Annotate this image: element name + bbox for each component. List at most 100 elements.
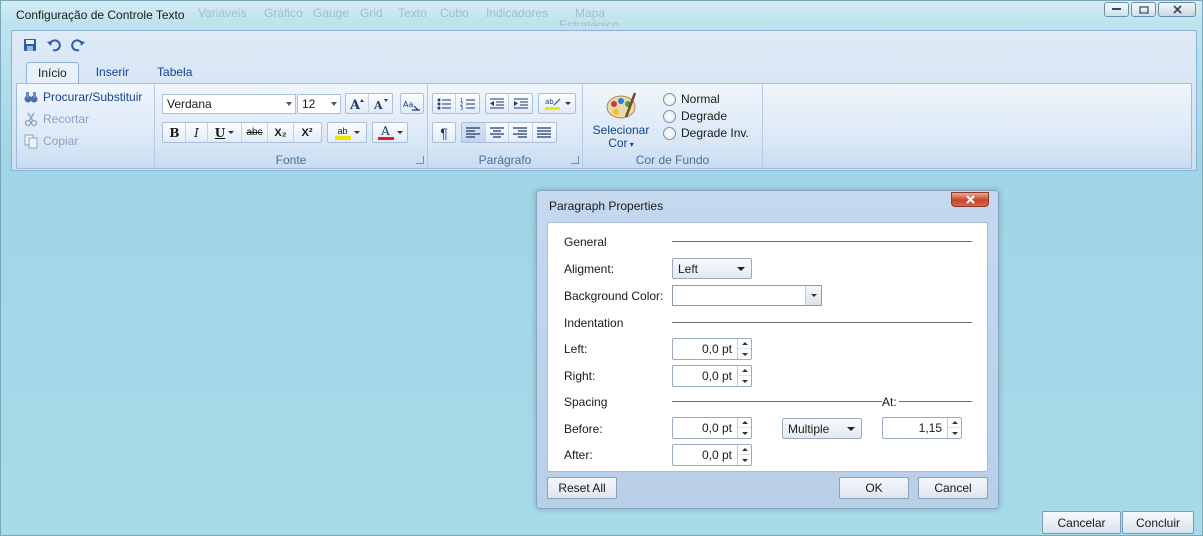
- indent-left-spinner[interactable]: 0,0 pt: [672, 338, 752, 360]
- spacing-after-value: 0,0 pt: [701, 448, 732, 462]
- line-spacing-value: Multiple: [788, 422, 830, 436]
- alignment-select[interactable]: Left: [672, 258, 752, 279]
- spinner-up-icon[interactable]: [738, 366, 751, 376]
- font-family-select[interactable]: Verdana: [162, 94, 296, 114]
- redo-icon[interactable]: [70, 37, 86, 53]
- font-color-button[interactable]: A: [372, 122, 408, 143]
- clear-format-button[interactable]: Aa: [400, 93, 424, 114]
- chevron-down-icon: ▾: [627, 140, 634, 149]
- save-icon[interactable]: [22, 37, 38, 53]
- increase-indent-icon[interactable]: [509, 94, 532, 113]
- tab-tabela[interactable]: Tabela: [146, 62, 203, 84]
- indentation-section-label: Indentation: [564, 316, 624, 330]
- pilcrow-icon: ¶: [440, 124, 448, 141]
- italic-button[interactable]: I: [186, 123, 208, 142]
- clipboard-group: Procurar/Substituir Recortar Copiar: [17, 84, 155, 168]
- bullet-list-icon[interactable]: [433, 94, 457, 113]
- align-left-icon[interactable]: [462, 123, 486, 142]
- copy-button[interactable]: Copiar: [23, 133, 78, 149]
- section-divider: [672, 322, 972, 323]
- spinner-up-icon[interactable]: [948, 418, 961, 428]
- paragraph-dialog-launcher-icon[interactable]: [571, 156, 579, 164]
- highlight-glyph: ab: [337, 125, 348, 136]
- main-window: Variáveis Gráfico Gauge Grid Texto Cubo …: [0, 0, 1203, 536]
- select-color-button[interactable]: Selecionar Cor ▾: [591, 89, 651, 151]
- ghost-menu-item: Gráfico: [264, 6, 303, 20]
- highlight-color-button[interactable]: ab: [327, 122, 367, 143]
- spinner-up-icon[interactable]: [738, 339, 751, 349]
- radio-normal[interactable]: Normal: [663, 92, 720, 106]
- align-center-icon[interactable]: [486, 123, 509, 142]
- background-color-picker[interactable]: [672, 285, 822, 306]
- select-color-label: Selecionar Cor ▾: [591, 124, 651, 151]
- dialog-content: General Aligment: Left Background Color:…: [547, 222, 988, 472]
- close-window-icon[interactable]: [1158, 2, 1196, 17]
- find-replace-button[interactable]: Procurar/Substituir: [23, 89, 142, 105]
- font-dialog-launcher-icon[interactable]: [416, 156, 424, 164]
- font-size-select[interactable]: 12: [297, 94, 341, 114]
- spinner-buttons: [737, 366, 751, 386]
- strikethrough-button[interactable]: abc: [242, 123, 268, 142]
- select-color-line2: Cor ▾: [608, 136, 634, 150]
- align-justify-icon[interactable]: [533, 123, 556, 142]
- spinner-down-icon[interactable]: [738, 428, 751, 438]
- cancel-button[interactable]: Cancelar: [1042, 511, 1121, 534]
- superscript-button[interactable]: X²: [294, 123, 320, 142]
- radio-circle: [663, 126, 676, 140]
- decrease-indent-icon[interactable]: [486, 94, 510, 113]
- radio-degrade[interactable]: Degrade: [663, 109, 727, 123]
- maximize-icon[interactable]: [1131, 2, 1156, 17]
- svg-text:A: A: [373, 99, 383, 111]
- scissors-icon: [24, 112, 38, 127]
- finish-button[interactable]: Concluir: [1122, 511, 1194, 534]
- ok-button[interactable]: OK: [839, 477, 909, 499]
- numbered-list-icon[interactable]: 123: [456, 94, 479, 113]
- radio-degrade-label: Degrade: [681, 109, 728, 123]
- spinner-down-icon[interactable]: [738, 349, 751, 359]
- radio-degrade-inv[interactable]: Degrade Inv.: [663, 126, 749, 140]
- shading-icon: ab: [544, 98, 560, 110]
- chevron-down-icon[interactable]: [805, 286, 821, 305]
- tab-inserir[interactable]: Inserir: [85, 62, 140, 84]
- spinner-up-icon[interactable]: [738, 445, 751, 455]
- line-spacing-select[interactable]: Multiple: [782, 418, 862, 439]
- ghost-menu-item: Estratégico: [559, 18, 620, 26]
- tab-inicio[interactable]: Início: [26, 62, 79, 84]
- ribbon-tabs: Início Inserir Tabela: [26, 62, 209, 84]
- general-section-label: General: [564, 235, 607, 249]
- paragraph-shading-button[interactable]: ab: [538, 93, 576, 114]
- cut-label: Recortar: [43, 112, 90, 126]
- undo-icon[interactable]: [46, 37, 62, 53]
- subscript-button[interactable]: X₂: [268, 123, 294, 142]
- indent-right-spinner[interactable]: 0,0 pt: [672, 365, 752, 387]
- alignment-buttons: [461, 122, 557, 143]
- list-buttons: 123: [432, 93, 480, 114]
- spinner-up-icon[interactable]: [738, 418, 751, 428]
- spinner-down-icon[interactable]: [948, 428, 961, 438]
- spacing-section-label: Spacing: [564, 395, 608, 409]
- minimize-icon[interactable]: [1104, 2, 1129, 17]
- underline-button[interactable]: U: [208, 123, 242, 142]
- chevron-down-icon: [353, 131, 360, 134]
- dialog-cancel-button[interactable]: Cancel: [918, 477, 988, 499]
- align-right-icon[interactable]: [509, 123, 533, 142]
- grow-font-icon[interactable]: A: [346, 94, 370, 113]
- dialog-title: Paragraph Properties: [549, 199, 664, 213]
- show-marks-button[interactable]: ¶: [432, 122, 456, 143]
- dialog-close-icon[interactable]: [951, 192, 989, 207]
- shrink-font-icon[interactable]: A: [369, 94, 392, 113]
- palette-icon: [606, 92, 637, 119]
- bold-button[interactable]: B: [164, 123, 186, 142]
- highlight-icon: ab: [334, 125, 351, 140]
- spinner-down-icon[interactable]: [738, 455, 751, 465]
- cut-button[interactable]: Recortar: [23, 111, 89, 127]
- reset-all-button[interactable]: Reset All: [547, 477, 617, 499]
- line-spacing-at-spinner[interactable]: 1,15: [882, 417, 962, 439]
- spinner-down-icon[interactable]: [738, 376, 751, 386]
- radio-circle: [663, 92, 676, 106]
- spacing-before-spinner[interactable]: 0,0 pt: [672, 417, 752, 439]
- font-color-glyph: A: [381, 124, 390, 138]
- ghost-menu-item: Gauge: [313, 6, 350, 20]
- spacing-after-spinner[interactable]: 0,0 pt: [672, 444, 752, 466]
- radio-degrade-inv-label: Degrade Inv.: [681, 126, 749, 140]
